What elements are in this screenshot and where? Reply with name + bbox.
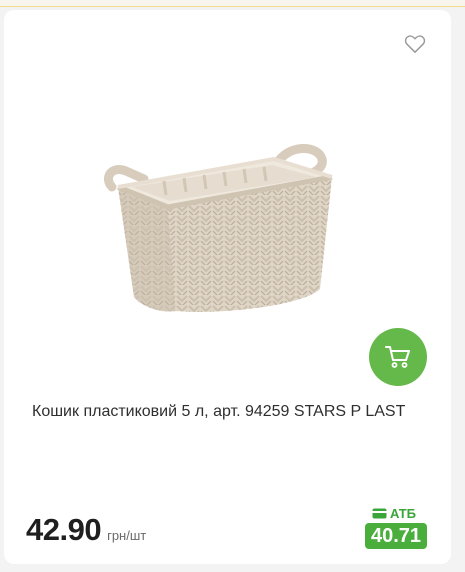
- promo-label: АТБ: [372, 506, 416, 521]
- wicker-basket-image: [104, 144, 333, 312]
- promo-price-badge: 40.71: [365, 523, 427, 549]
- add-to-cart-button[interactable]: [369, 328, 427, 386]
- favorite-button[interactable]: [404, 34, 428, 56]
- promo-label-text: АТБ: [390, 506, 417, 521]
- price-block: 42.90 грн/шт: [26, 512, 146, 548]
- price-unit: грн/шт: [107, 528, 147, 543]
- product-title[interactable]: Кошик пластиковий 5 л, арт. 94259 STARS …: [32, 398, 424, 426]
- price-value: 42.90: [26, 512, 102, 547]
- top-strip: [0, 0, 465, 7]
- product-image[interactable]: [104, 135, 349, 320]
- product-card[interactable]: Кошик пластиковий 5 л, арт. 94259 STARS …: [4, 10, 451, 564]
- cart-icon: [385, 346, 410, 368]
- card-icon: [372, 508, 387, 519]
- heart-icon: [404, 35, 426, 53]
